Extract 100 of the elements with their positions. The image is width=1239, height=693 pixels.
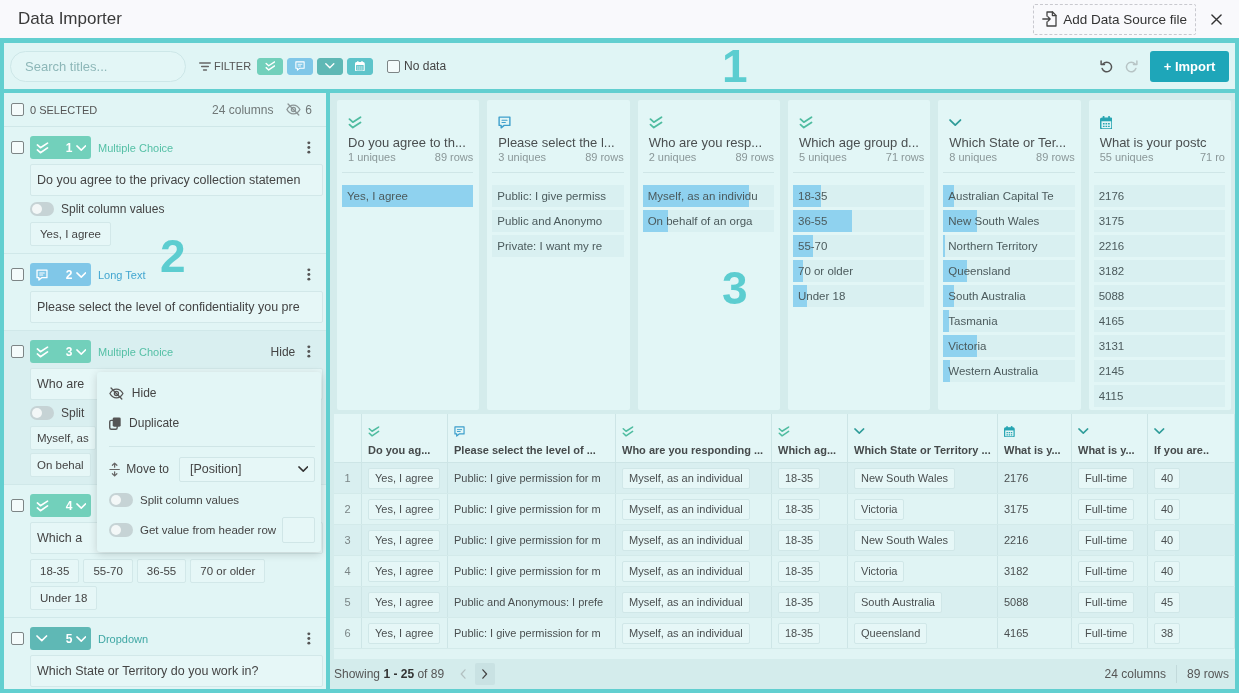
toggle-switch[interactable] xyxy=(30,406,54,420)
value-tag: On behal xyxy=(30,453,91,477)
column-title-field[interactable]: Please select the level of confidentiality you pre xyxy=(30,291,323,323)
value-label: Public: I give permiss xyxy=(496,190,606,202)
value-tag: 38 xyxy=(1154,622,1181,644)
value-label: 4165 xyxy=(1097,315,1125,327)
toggle-switch[interactable] xyxy=(109,493,133,507)
column-title-field[interactable]: Do you agree to the privacy collection statemen xyxy=(30,164,323,196)
menu-item[interactable]: Duplicate xyxy=(109,408,315,438)
chevron-down-icon xyxy=(75,348,86,355)
toggle-switch[interactable] xyxy=(30,202,54,216)
search-field[interactable]: Search titles... xyxy=(10,50,186,82)
chevron-down-icon xyxy=(1078,428,1089,435)
position-select[interactable]: [Position] xyxy=(178,456,315,482)
toggle-label: Split xyxy=(61,406,85,420)
value-tag: Myself, as an individual xyxy=(622,591,750,613)
value-tag: Queensland xyxy=(854,622,928,644)
row-number: 6 xyxy=(334,618,362,648)
value-label: 2145 xyxy=(1097,365,1125,377)
column-checkbox[interactable] xyxy=(11,268,24,281)
toggle-switch[interactable] xyxy=(109,523,133,537)
chevron-down-icon xyxy=(854,428,865,435)
column-type-label: Long Text xyxy=(98,268,146,281)
column-checkbox[interactable] xyxy=(11,141,24,154)
value-tag: 40 xyxy=(1154,498,1181,520)
column-type-label: Dropdown xyxy=(98,632,149,645)
chevron-down-icon xyxy=(75,635,86,642)
select-all-checkbox[interactable] xyxy=(11,103,24,116)
value-tag: 45 xyxy=(1154,591,1181,613)
value-label: 2176 xyxy=(1097,190,1125,202)
calendar-icon xyxy=(1099,115,1113,130)
eye-off-icon xyxy=(286,103,302,116)
value-tag: 40 xyxy=(1154,529,1181,551)
value-label: On behalf of an orga xyxy=(646,215,753,227)
value-label: 5088 xyxy=(1097,290,1125,302)
value-tag: Full-time xyxy=(1078,529,1135,551)
chevron-left-icon xyxy=(460,669,466,679)
message-icon xyxy=(36,268,48,281)
column-title-field[interactable]: Which State or Territory do you work in? xyxy=(30,655,323,687)
hide-button[interactable]: Hide xyxy=(264,342,302,361)
close-button[interactable] xyxy=(1211,13,1222,25)
column-checkbox[interactable] xyxy=(11,499,24,512)
chevron-down-icon xyxy=(949,118,962,127)
filter-label: FILTER xyxy=(214,60,252,72)
double-check-icon xyxy=(622,426,634,437)
row-number: 1 xyxy=(334,463,362,493)
no-data-checkbox[interactable] xyxy=(387,59,401,73)
column-title: Which State or Ter... xyxy=(949,135,1068,151)
value-tag: Myself, as an individual xyxy=(622,529,750,551)
value-label: Northern Territory xyxy=(947,240,1038,252)
callout-number: 2 xyxy=(160,233,186,279)
row-number: 4 xyxy=(334,556,362,586)
move-to-label: Move to xyxy=(126,462,169,476)
value-tag: 70 or older xyxy=(190,559,266,583)
value-tag: 55-70 xyxy=(83,559,133,583)
column-type-label: Multiple Choice xyxy=(98,345,174,358)
add-data-source-button[interactable]: Add Data Source file xyxy=(1033,3,1196,35)
up-down-arrow-icon xyxy=(109,461,121,477)
value-tag: Full-time xyxy=(1078,467,1135,489)
column-title: Do you agree to th... xyxy=(348,135,467,151)
value-tag: 18-35 xyxy=(30,559,80,583)
table-cell: 3175 xyxy=(998,494,1072,524)
column-checkbox[interactable] xyxy=(11,345,24,358)
table-cell: 2216 xyxy=(998,525,1072,555)
value-tag: 18-35 xyxy=(778,498,821,520)
value-label: 70 or older xyxy=(797,265,853,277)
value-label: Public and Anonymo xyxy=(496,215,603,227)
file-arrow-icon xyxy=(1042,11,1058,27)
table-cell: Public: I give permission for m xyxy=(448,494,616,524)
row-count: 89 rows xyxy=(434,151,474,164)
table-cell: Public: I give permission for m xyxy=(448,556,616,586)
table-cell: Public: I give permission for m xyxy=(448,525,616,555)
value-tag: 40 xyxy=(1154,560,1181,582)
uniques-count: 2 uniques xyxy=(648,151,697,164)
value-tag: Under 18 xyxy=(30,586,98,610)
type-filter-button[interactable] xyxy=(347,57,374,75)
column-title: What is your postc xyxy=(1099,135,1208,151)
column-header: What is y... xyxy=(1004,444,1061,457)
value-label: Under 18 xyxy=(797,290,846,302)
column-checkbox[interactable] xyxy=(11,632,24,645)
value-label: Private: I want my re xyxy=(496,240,603,252)
value-label: 3131 xyxy=(1097,340,1125,352)
uniques-count: 1 uniques xyxy=(348,151,396,164)
column-header: Who are you responding ... xyxy=(622,444,764,457)
value-label: 3175 xyxy=(1097,215,1125,227)
vertical-dots-icon xyxy=(307,345,311,358)
next-page-button[interactable] xyxy=(475,663,496,685)
chevron-down-icon xyxy=(75,144,86,151)
table-cell: 3182 xyxy=(998,556,1072,586)
column-type-label: Multiple Choice xyxy=(98,141,174,154)
message-icon xyxy=(295,61,306,71)
row-number: 5 xyxy=(334,587,362,617)
type-filter-button[interactable] xyxy=(317,57,344,75)
menu-item[interactable]: Hide xyxy=(109,378,315,408)
toggle-label: Split column values xyxy=(140,494,240,506)
toggle-label: Get value from header row xyxy=(140,524,277,536)
value-tag: 18-35 xyxy=(778,529,821,551)
value-label: Western Australia xyxy=(947,365,1039,377)
value-tag: Myself, as xyxy=(30,426,96,450)
value-tag: South Australia xyxy=(854,591,942,613)
